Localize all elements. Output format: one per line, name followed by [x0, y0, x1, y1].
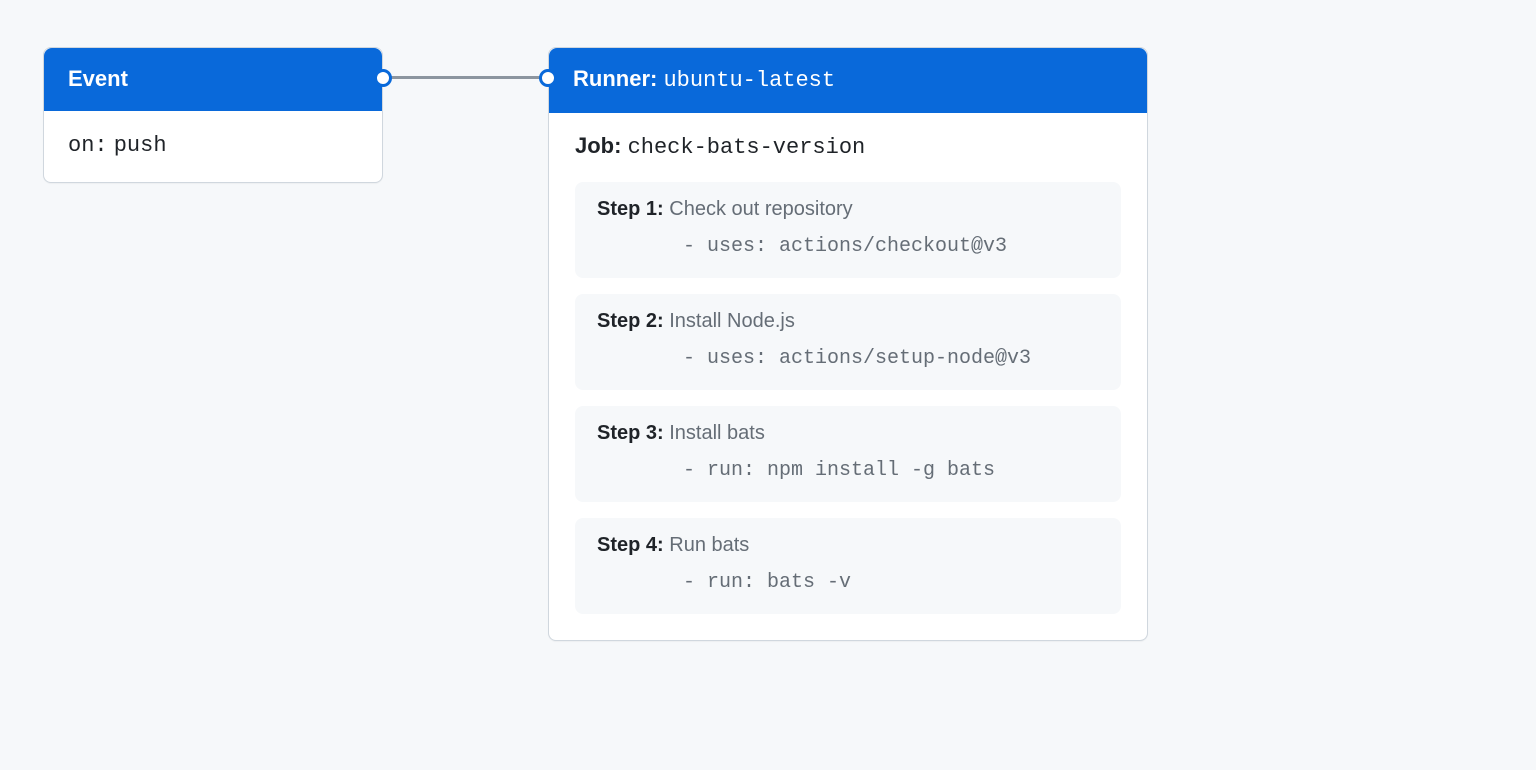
step-label: Step 4: [597, 534, 664, 556]
event-trigger-value: push [114, 133, 167, 158]
step-command: - uses: actions/checkout@v3 [597, 235, 1099, 258]
runner-card: Runner: ubuntu-latest Job: check-bats-ve… [548, 47, 1148, 641]
step-command: - uses: actions/setup-node@v3 [597, 347, 1099, 370]
job-name: check-bats-version [628, 135, 866, 160]
runner-card-body: Job: check-bats-version Step 1: Check ou… [549, 113, 1147, 640]
step-title: Step 1: Check out repository [597, 198, 1099, 221]
event-card: Event on: push [43, 47, 383, 183]
steps-list: Step 1: Check out repository - uses: acti… [575, 182, 1121, 614]
runner-header-label: Runner: [573, 66, 657, 91]
event-card-body: on: push [44, 111, 382, 182]
step-name: Install bats [669, 422, 765, 444]
step-item: Step 1: Check out repository - uses: acti… [575, 182, 1121, 278]
step-title: Step 4: Run bats [597, 534, 1099, 557]
event-trigger-key: on: [68, 133, 108, 158]
job-label: Job: [575, 133, 621, 158]
runner-card-header: Runner: ubuntu-latest [549, 48, 1147, 113]
runner-name: ubuntu-latest [663, 68, 835, 93]
event-card-header: Event [44, 48, 382, 111]
step-item: Step 3: Install bats - run: npm install -… [575, 406, 1121, 502]
step-name: Run bats [669, 534, 749, 556]
event-header-label: Event [68, 66, 128, 91]
step-item: Step 4: Run bats - run: bats -v [575, 518, 1121, 614]
step-label: Step 1: [597, 198, 664, 220]
step-name: Install Node.js [669, 310, 795, 332]
step-label: Step 3: [597, 422, 664, 444]
step-command: - run: bats -v [597, 571, 1099, 594]
connector-line [383, 76, 548, 79]
step-title: Step 3: Install bats [597, 422, 1099, 445]
step-item: Step 2: Install Node.js - uses: actions/s… [575, 294, 1121, 390]
step-name: Check out repository [669, 198, 852, 220]
job-line: Job: check-bats-version [575, 133, 1121, 160]
step-command: - run: npm install -g bats [597, 459, 1099, 482]
step-label: Step 2: [597, 310, 664, 332]
step-title: Step 2: Install Node.js [597, 310, 1099, 333]
connector-dot-left [374, 69, 392, 87]
connector-dot-right [539, 69, 557, 87]
